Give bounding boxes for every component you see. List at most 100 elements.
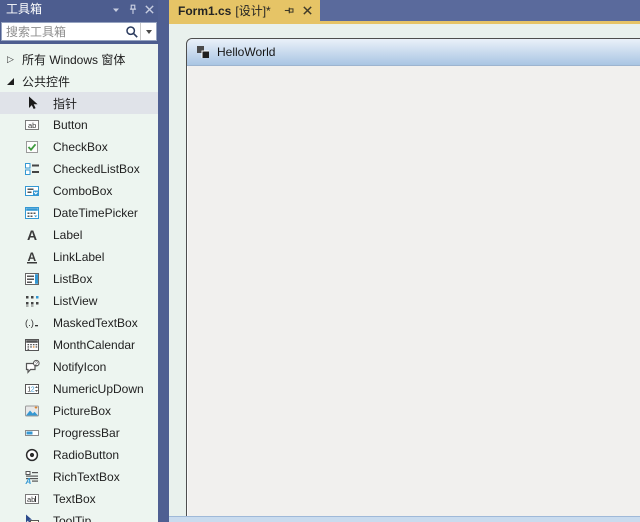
search-dropdown-button[interactable] bbox=[141, 23, 156, 40]
toolbox-item-label[interactable]: A Label bbox=[0, 224, 158, 246]
textbox-icon: ab bbox=[24, 491, 40, 507]
toolbox-item-button[interactable]: ab Button bbox=[0, 114, 158, 136]
toolbox-panel: 工具箱 ▷ bbox=[0, 0, 158, 522]
toolbox-group-common-controls[interactable]: 公共控件 bbox=[0, 70, 158, 92]
label-icon: A bbox=[24, 227, 40, 243]
toolbox-item-label: TextBox bbox=[53, 492, 96, 506]
designed-form-window[interactable]: HelloWorld bbox=[186, 38, 640, 522]
document-well: Form1.cs [设计]* HelloWorld bbox=[169, 0, 640, 522]
toolbox-item-label: NumericUpDown bbox=[53, 382, 144, 396]
monthcalendar-icon bbox=[24, 337, 40, 353]
listview-icon bbox=[24, 293, 40, 309]
toolbox-item-maskedtextbox[interactable]: (.) MaskedTextBox bbox=[0, 312, 158, 334]
notifyicon-icon: 2 bbox=[24, 359, 40, 375]
close-icon[interactable] bbox=[141, 2, 158, 18]
toolbox-item-picturebox[interactable]: PictureBox bbox=[0, 400, 158, 422]
toolbox-title: 工具箱 bbox=[6, 0, 107, 19]
svg-text:A: A bbox=[25, 477, 32, 485]
button-icon: ab bbox=[24, 117, 40, 133]
expanded-triangle-icon bbox=[7, 78, 22, 85]
search-icon bbox=[123, 23, 140, 40]
richtextbox-icon: A bbox=[24, 469, 40, 485]
svg-text:ab: ab bbox=[27, 495, 35, 504]
pin-icon[interactable] bbox=[282, 4, 295, 17]
toolbox-item-radiobutton[interactable]: RadioButton bbox=[0, 444, 158, 466]
toolbox-item-label: RichTextBox bbox=[53, 470, 120, 484]
form-titlebar[interactable]: HelloWorld bbox=[187, 39, 640, 66]
designer-surface[interactable]: HelloWorld bbox=[169, 24, 640, 522]
toolbox-item-label: ListBox bbox=[53, 272, 92, 286]
svg-text:A: A bbox=[27, 227, 37, 243]
pointer-icon bbox=[24, 95, 40, 111]
toolbox-item-label: ComboBox bbox=[53, 184, 112, 198]
svg-text:A: A bbox=[28, 250, 37, 264]
designer-horizontal-scrollbar[interactable] bbox=[169, 516, 640, 522]
toolbox-item-numericupdown[interactable]: 12 NumericUpDown bbox=[0, 378, 158, 400]
document-tabbar: Form1.cs [设计]* bbox=[169, 0, 640, 21]
toolbox-item-label: MonthCalendar bbox=[53, 338, 135, 352]
maskedtextbox-icon: (.) bbox=[24, 315, 40, 331]
toolbox-item-linklabel[interactable]: A LinkLabel bbox=[0, 246, 158, 268]
toolbox-item-label: ListView bbox=[53, 294, 97, 308]
toolbox-list: ▷ 所有 Windows 窗体 公共控件 指针 ab Button bbox=[0, 44, 158, 522]
datetimepicker-icon bbox=[24, 205, 40, 221]
pin-icon[interactable] bbox=[124, 2, 141, 18]
tab-file-name: Form1.cs bbox=[178, 4, 231, 18]
toolbox-item-notifyicon[interactable]: 2 NotifyIcon bbox=[0, 356, 158, 378]
tab-suffix: [设计]* bbox=[235, 2, 270, 19]
toolbox-item-label: ProgressBar bbox=[53, 426, 120, 440]
toolbox-item-textbox[interactable]: ab TextBox bbox=[0, 488, 158, 510]
toolbox-item-label: CheckBox bbox=[53, 140, 108, 154]
svg-text:2: 2 bbox=[31, 387, 35, 394]
toolbox-item-monthcalendar[interactable]: MonthCalendar bbox=[0, 334, 158, 356]
listbox-icon bbox=[24, 271, 40, 287]
panel-splitter[interactable] bbox=[158, 0, 169, 522]
search-input[interactable] bbox=[2, 25, 123, 39]
chevron-down-icon bbox=[146, 30, 152, 34]
linklabel-icon: A bbox=[24, 249, 40, 265]
close-icon[interactable] bbox=[302, 5, 313, 16]
group-label: 公共控件 bbox=[22, 73, 70, 90]
toolbox-item-listview[interactable]: ListView bbox=[0, 290, 158, 312]
toolbox-item-label: Label bbox=[53, 228, 82, 242]
progressbar-icon bbox=[24, 425, 40, 441]
toolbox-item-checkbox[interactable]: CheckBox bbox=[0, 136, 158, 158]
toolbox-item-label: NotifyIcon bbox=[53, 360, 106, 374]
chevron-down-icon[interactable] bbox=[107, 2, 124, 18]
toolbox-item-progressbar[interactable]: ProgressBar bbox=[0, 422, 158, 444]
svg-text:(.): (.) bbox=[25, 318, 34, 329]
toolbox-item-tooltip[interactable]: ToolTip bbox=[0, 510, 158, 522]
toolbox-item-label: RadioButton bbox=[53, 448, 119, 462]
picturebox-icon bbox=[24, 403, 40, 419]
form-title: HelloWorld bbox=[217, 45, 275, 59]
toolbox-item-label: DateTimePicker bbox=[53, 206, 138, 220]
toolbox-item-richtextbox[interactable]: A RichTextBox bbox=[0, 466, 158, 488]
toolbox-item-listbox[interactable]: ListBox bbox=[0, 268, 158, 290]
toolbox-item-label: PictureBox bbox=[53, 404, 111, 418]
toolbox-item-label: Button bbox=[53, 118, 88, 132]
toolbox-titlebar[interactable]: 工具箱 bbox=[0, 0, 158, 19]
radiobutton-icon bbox=[24, 447, 40, 463]
toolbox-item-combobox[interactable]: ComboBox bbox=[0, 180, 158, 202]
toolbox-item-label: ToolTip bbox=[53, 514, 91, 522]
toolbox-item-checkedlistbox[interactable]: CheckedListBox bbox=[0, 158, 158, 180]
tooltip-icon bbox=[24, 513, 40, 522]
toolbox-item-label: LinkLabel bbox=[53, 250, 104, 264]
toolbox-item-datetimepicker[interactable]: DateTimePicker bbox=[0, 202, 158, 224]
toolbox-item-pointer[interactable]: 指针 bbox=[0, 92, 158, 114]
checkedlistbox-icon bbox=[24, 161, 40, 177]
collapsed-triangle-icon: ▷ bbox=[7, 54, 22, 65]
form-icon bbox=[196, 45, 210, 59]
toolbox-search-row bbox=[0, 19, 158, 44]
toolbox-item-label: MaskedTextBox bbox=[53, 316, 138, 330]
numericupdown-icon: 12 bbox=[24, 381, 40, 397]
combobox-icon bbox=[24, 183, 40, 199]
toolbox-group-all-windows-forms[interactable]: ▷ 所有 Windows 窗体 bbox=[0, 48, 158, 70]
group-label: 所有 Windows 窗体 bbox=[22, 51, 125, 68]
svg-text:ab: ab bbox=[28, 121, 36, 130]
tab-form1-designer[interactable]: Form1.cs [设计]* bbox=[169, 0, 320, 21]
svg-text:2: 2 bbox=[35, 361, 38, 367]
form-client-area[interactable] bbox=[188, 66, 640, 522]
toolbox-item-label: 指针 bbox=[53, 95, 77, 112]
toolbox-item-label: CheckedListBox bbox=[53, 162, 140, 176]
